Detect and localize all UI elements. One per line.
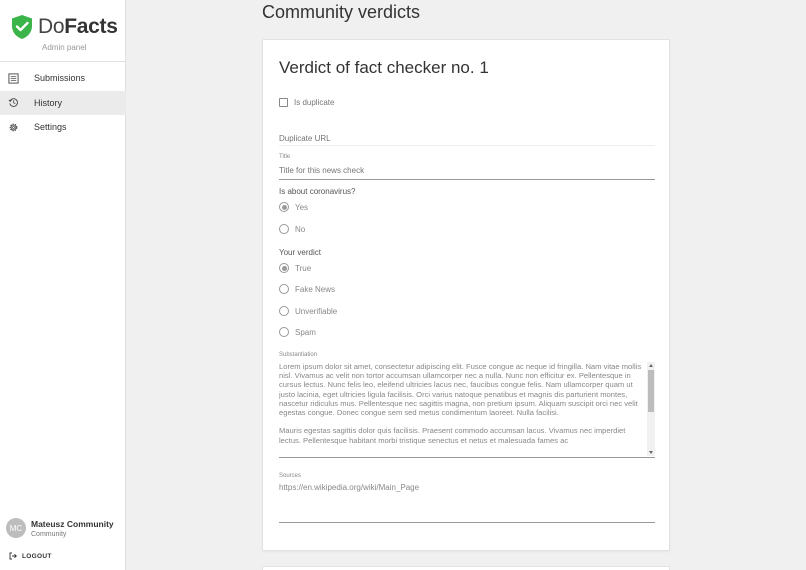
corona-label: Is about coronavirus? — [279, 187, 356, 196]
logo[interactable]: DoFacts — [10, 14, 118, 40]
substantiation-field: Substantiation Lorem ipsum dolor sit ame… — [279, 352, 655, 458]
sources-field: Sources https://en.wikipedia.org/wiki/Ma… — [279, 473, 655, 523]
logo-subtitle: Admin panel — [42, 43, 87, 52]
sidebar-item-history[interactable]: History — [0, 90, 126, 115]
radio-label: True — [295, 263, 312, 273]
logo-text: DoFacts — [38, 15, 118, 38]
radio-corona-yes[interactable]: Yes — [279, 202, 308, 212]
user-name: Mateusz Community — [31, 518, 114, 529]
user-info: Mateusz Community Community — [31, 519, 114, 538]
sidebar-item-settings[interactable]: Settings — [0, 115, 126, 139]
avatar: MC — [6, 518, 26, 538]
radio-button[interactable] — [279, 327, 289, 337]
scroll-thumb[interactable] — [648, 370, 654, 412]
sidebar: DoFacts Admin panel Submissions History — [0, 0, 126, 570]
verdict-card: Verdict of fact checker no. 1 Is duplica… — [262, 39, 670, 551]
radio-button[interactable] — [279, 263, 289, 273]
user-role: Community — [31, 530, 67, 538]
radio-button[interactable] — [279, 202, 289, 212]
radio-button[interactable] — [279, 224, 289, 234]
shield-check-icon — [12, 15, 32, 39]
sidebar-item-label: Settings — [34, 122, 67, 132]
scroll-up-icon[interactable] — [649, 364, 653, 367]
radio-label: No — [295, 224, 306, 234]
substantiation-textarea[interactable]: Lorem ipsum dolor sit amet, consectetur … — [279, 362, 655, 458]
duplicate-url-input — [279, 134, 655, 143]
radio-corona-no[interactable]: No — [279, 224, 305, 234]
card-title: Verdict of fact checker no. 1 — [279, 58, 489, 77]
substantiation-text[interactable]: Lorem ipsum dolor sit amet, consectetur … — [279, 362, 645, 456]
radio-button[interactable] — [279, 306, 289, 316]
next-verdict-card — [262, 566, 670, 570]
user-profile[interactable]: MC Mateusz Community Community — [6, 518, 114, 538]
radio-verdict-fake-news[interactable]: Fake News — [279, 284, 335, 294]
logout-label: LOGOUT — [22, 552, 52, 560]
sources-textarea[interactable]: https://en.wikipedia.org/wiki/Main_Page — [279, 479, 655, 523]
history-icon — [8, 98, 18, 107]
duplicate-url-field — [279, 128, 655, 146]
radio-label: Spam — [295, 327, 316, 337]
radio-label: Unverifiable — [295, 306, 338, 316]
sidebar-item-label: History — [34, 97, 63, 108]
verdict-label: Your verdict — [279, 248, 321, 257]
radio-verdict-true[interactable]: True — [279, 263, 311, 273]
sidebar-item-submissions[interactable]: Submissions — [0, 66, 126, 90]
title-label: Title — [279, 154, 291, 160]
scroll-down-icon[interactable] — [649, 451, 653, 454]
title-input[interactable] — [279, 163, 655, 180]
logout-button[interactable]: LOGOUT — [9, 552, 52, 560]
duplicate-checkbox-row[interactable]: Is duplicate — [279, 98, 334, 107]
sidebar-item-label: Submissions — [34, 73, 86, 83]
gear-icon — [9, 123, 18, 131]
sidebar-nav: Submissions History Settings — [0, 66, 126, 140]
radio-verdict-spam[interactable]: Spam — [279, 327, 316, 337]
nav-divider — [0, 61, 126, 62]
radio-button[interactable] — [279, 284, 289, 294]
duplicate-checkbox[interactable] — [279, 98, 288, 107]
scrollbar[interactable] — [647, 362, 655, 456]
page-title: Community verdicts — [262, 2, 421, 22]
radio-verdict-unverifiable[interactable]: Unverifiable — [279, 306, 337, 316]
title-field: Title — [279, 154, 655, 180]
radio-label: Yes — [295, 202, 309, 212]
substantiation-label: Substantiation — [279, 352, 318, 358]
duplicate-label: Is duplicate — [294, 98, 335, 107]
radio-label: Fake News — [295, 284, 336, 294]
logout-icon — [9, 552, 17, 560]
list-icon — [8, 72, 19, 84]
